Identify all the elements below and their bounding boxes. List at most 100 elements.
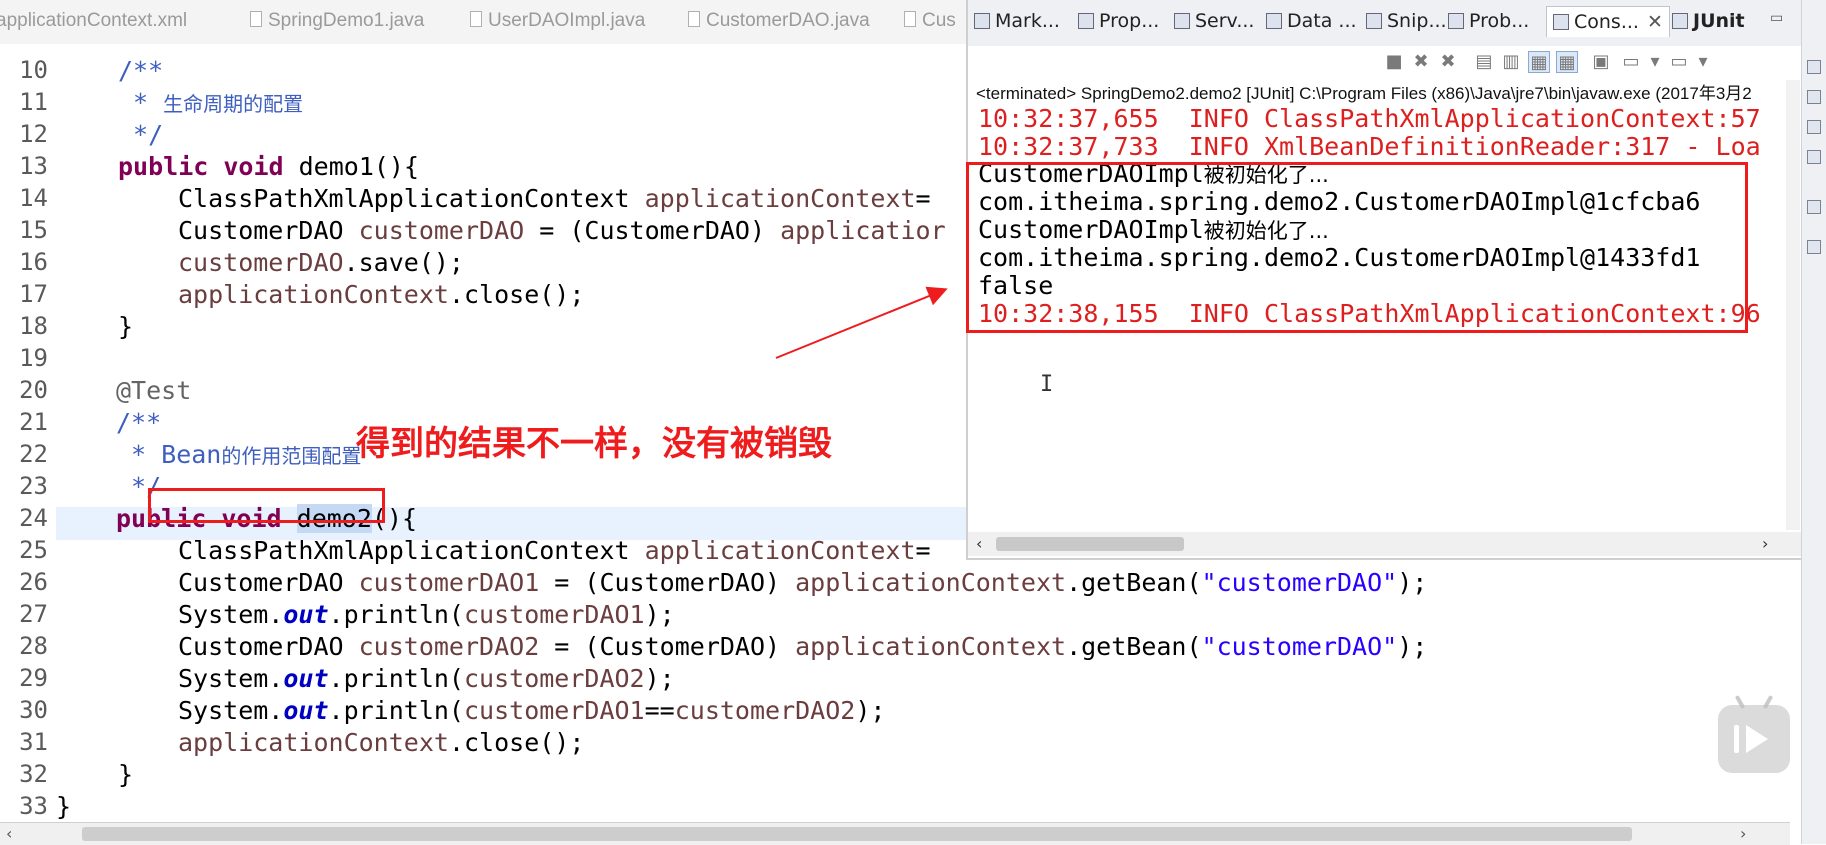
editor-tab-bar: applicationContext.xml SpringDemo1.java … (0, 0, 970, 45)
remove-launch-icon[interactable]: ✖ (1410, 51, 1432, 73)
tab-snippets[interactable]: Snip... (1366, 10, 1447, 32)
code-token: = (915, 536, 931, 565)
code-token: demo1(){ (283, 152, 420, 181)
clear-console-icon[interactable]: ▤ (1473, 51, 1495, 73)
tab-cus[interactable]: Cus (904, 10, 956, 36)
scrollbar-thumb[interactable] (996, 537, 1184, 551)
variable-token: customerDAO (358, 216, 525, 245)
console-horizontal-scrollbar[interactable]: ‹ › (968, 532, 1801, 556)
tab-console[interactable]: Cons... ✕ (1546, 6, 1670, 37)
console-icon (1553, 14, 1569, 30)
variable-token: customerDAO2 (674, 696, 856, 725)
show-on-output-icon[interactable]: ▦ (1528, 51, 1550, 73)
console-toolbar: ■ ✖ ✖ ▤ ▥ ▦ ▦ ▣ ▭ ▾ ▭ ▾ (968, 46, 1801, 78)
tab-springdemo1-java[interactable]: SpringDemo1.java (250, 10, 424, 36)
problems-icon (1448, 13, 1464, 29)
variable-token: customerDAO1 (463, 696, 645, 725)
play-button[interactable] (1718, 694, 1790, 773)
code-token: = (CustomerDAO) (539, 568, 796, 597)
chevron-down-icon[interactable]: ▾ (1692, 51, 1714, 73)
show-on-error-icon[interactable]: ▦ (1556, 51, 1578, 73)
tab-markers[interactable]: Mark... (974, 10, 1060, 32)
java-file-icon (250, 11, 262, 27)
line-number: 28 (19, 632, 48, 660)
line-number: 18 (19, 312, 48, 340)
variable-token: customerDAO2 (358, 632, 540, 661)
pin-console-icon[interactable]: ▣ (1590, 51, 1612, 73)
code-token: .println( (328, 600, 464, 629)
scroll-left-icon[interactable]: ‹ (976, 534, 982, 553)
line-number: 24 (19, 504, 48, 532)
tab-customerdao-java[interactable]: CustomerDAO.java (688, 10, 870, 36)
line-number: 27 (19, 600, 48, 628)
scroll-right-icon[interactable]: › (1740, 824, 1746, 843)
tab-servers[interactable]: Serv... (1174, 10, 1254, 32)
line-number: 33 (19, 792, 48, 820)
code-line-33: } (56, 792, 72, 821)
tab-applicationcontext-xml[interactable]: applicationContext.xml (0, 10, 187, 36)
highlight-box (966, 162, 1748, 333)
code-line-25: ClassPathXmlApplicationContext applicati… (178, 536, 931, 565)
code-line-18: } (118, 312, 134, 341)
scroll-lock-icon[interactable]: ▥ (1500, 51, 1522, 73)
variable-token: customerDAO (178, 248, 344, 277)
scrollbar-thumb[interactable] (82, 827, 1632, 841)
line-number: 23 (19, 472, 48, 500)
toolbar-icon[interactable] (1807, 60, 1821, 74)
tab-junit[interactable]: JUnit (1672, 10, 1745, 32)
comment-token: * (118, 88, 164, 117)
tab-problems[interactable]: Prob... (1448, 10, 1529, 32)
toolbar-icon[interactable] (1807, 90, 1821, 104)
tab-label: SpringDemo1.java (268, 10, 425, 31)
line-number: 25 (19, 536, 48, 564)
code-token: System. (178, 664, 284, 693)
tab-userdaoimpl-java[interactable]: UserDAOImpl.java (470, 10, 645, 36)
code-token: = (CustomerDAO) (524, 216, 781, 245)
variable-token: applicationContext (795, 632, 1067, 661)
close-icon[interactable]: ✕ (1647, 11, 1663, 33)
line-number: 32 (19, 760, 48, 788)
tab-properties[interactable]: Prop... (1078, 10, 1159, 32)
code-token: CustomerDAO (178, 216, 359, 245)
code-token: CustomerDAO (178, 632, 359, 661)
scroll-left-icon[interactable]: ‹ (6, 824, 12, 843)
toolbar-icon[interactable] (1807, 240, 1821, 254)
string-token: "customerDAO" (1201, 632, 1398, 661)
code-line-14: ClassPathXmlApplicationContext applicati… (178, 184, 931, 213)
toolbar-icon[interactable] (1807, 120, 1821, 134)
code-token: System. (178, 600, 284, 629)
code-token: .println( (328, 664, 464, 693)
view-tab-bar: Mark... Prop... Serv... Data ... Snip...… (968, 0, 1801, 47)
variable-token: applicatior (780, 216, 946, 245)
field-token: out (283, 696, 329, 725)
display-console-icon[interactable]: ▭ (1620, 51, 1642, 73)
variable-token: customerDAO2 (463, 664, 645, 693)
terminate-icon[interactable]: ■ (1383, 51, 1405, 73)
open-console-icon[interactable]: ▭ (1668, 51, 1690, 73)
tab-label: UserDAOImpl.java (488, 10, 646, 31)
toolbar-icon[interactable] (1807, 150, 1821, 164)
minimize-icon[interactable]: ▭ (1770, 10, 1783, 26)
java-file-icon (688, 11, 700, 27)
scroll-right-icon[interactable]: › (1762, 534, 1768, 553)
play-icon (1746, 725, 1768, 753)
tab-data-source[interactable]: Data ... (1266, 10, 1357, 32)
line-number: 22 (19, 440, 48, 468)
snippets-icon (1366, 13, 1382, 29)
tab-label: Prob... (1469, 10, 1530, 32)
java-file-icon (470, 11, 482, 27)
tab-label: Mark... (995, 10, 1060, 32)
remove-all-icon[interactable]: ✖ (1437, 51, 1459, 73)
toolbar-icon[interactable] (1807, 200, 1821, 214)
junit-icon (1672, 13, 1688, 29)
code-line-16: customerDAO.save(); (178, 248, 464, 277)
annotation-text: 得到的结果不一样，没有被销毁 (356, 424, 832, 464)
console-vertical-scrollbar[interactable] (1786, 80, 1800, 530)
variable-token: applicationContext (644, 536, 916, 565)
editor-horizontal-scrollbar[interactable]: ‹ › (0, 822, 1790, 845)
chevron-down-icon[interactable]: ▾ (1644, 51, 1666, 73)
tab-label: applicationContext.xml (0, 10, 188, 31)
line-number: 21 (19, 408, 48, 436)
properties-icon (1078, 13, 1094, 29)
field-token: out (283, 600, 329, 629)
